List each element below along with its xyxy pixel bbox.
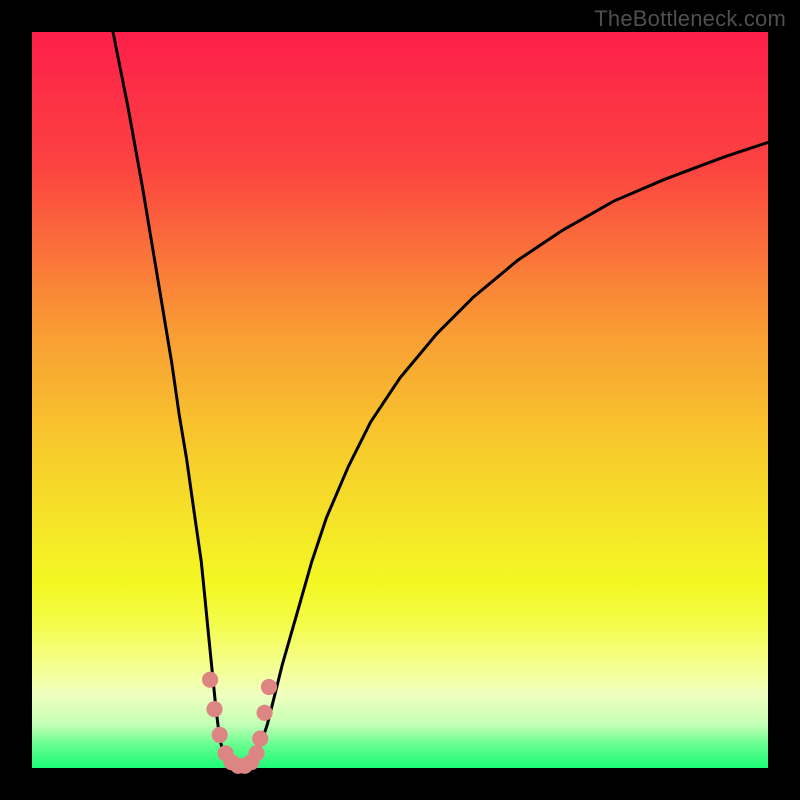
data-marker	[257, 705, 273, 721]
data-marker	[202, 672, 218, 688]
data-marker	[212, 727, 228, 743]
curves-svg	[32, 32, 768, 768]
outer-frame: TheBottleneck.com	[0, 0, 800, 800]
watermark-text: TheBottleneck.com	[594, 6, 786, 32]
curve-right	[238, 142, 768, 768]
data-marker	[261, 679, 277, 695]
data-marker	[248, 745, 264, 761]
marker-group	[202, 672, 277, 774]
data-marker	[252, 731, 268, 747]
curve-left	[113, 32, 238, 768]
data-marker	[206, 701, 222, 717]
plot-area	[32, 32, 768, 768]
